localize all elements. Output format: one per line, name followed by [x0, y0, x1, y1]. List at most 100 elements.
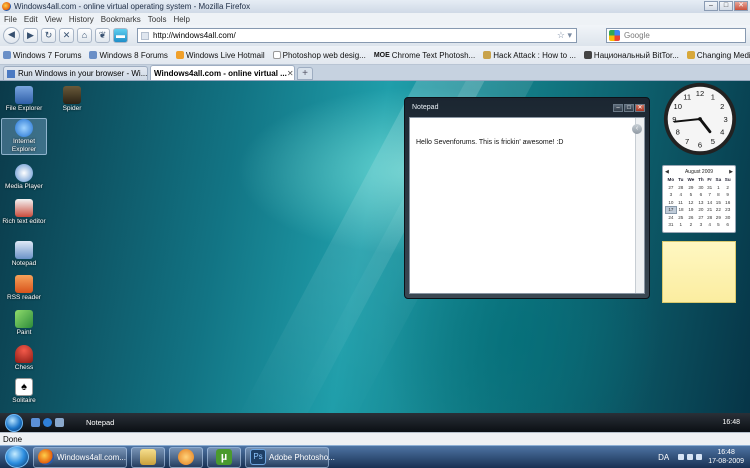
firefox-icon — [38, 449, 54, 465]
menu-bookmarks[interactable]: Bookmarks — [101, 15, 141, 24]
bookmark-item[interactable]: Национальный BitTor... — [583, 51, 679, 60]
bookmark-item[interactable]: Windows Live Hotmail — [175, 51, 265, 60]
notepad-scrollbar[interactable] — [635, 118, 644, 293]
file-explorer-icon — [15, 86, 33, 104]
chat-icon[interactable]: ▬ — [113, 28, 128, 43]
menu-tools[interactable]: Tools — [148, 15, 167, 24]
clock-number: 11 — [683, 93, 691, 102]
new-tab-button[interactable]: + — [297, 67, 313, 80]
windows-taskbar: Windows4all.com... µ Ps Adobe Photosho..… — [0, 445, 750, 468]
tab-windows4all[interactable]: Windows4all.com - online virtual ... ✕ — [150, 65, 295, 80]
tray-flag-icon — [678, 453, 685, 460]
media-player-icon — [178, 449, 194, 465]
desktop-icon-notepad[interactable]: Notepad — [1, 241, 47, 268]
extension-icon[interactable]: ❦ — [95, 28, 110, 43]
calendar-week: 3456789 — [669, 192, 729, 198]
moe-icon: MOE — [373, 51, 390, 59]
tab-run-windows[interactable]: Run Windows in your browser - Wi... ✕ — [3, 66, 148, 80]
bookmark-icon — [483, 51, 492, 59]
notepad-icon — [15, 241, 33, 259]
notepad-close-button[interactable]: ✕ — [635, 103, 645, 112]
calendar-week: 24 25 26 27 28 29 30 — [668, 214, 731, 220]
home-icon[interactable]: ⌂ — [77, 28, 92, 43]
taskbar-explorer[interactable] — [131, 446, 165, 468]
menu-help[interactable]: Help — [173, 15, 189, 24]
internet-explorer-icon[interactable] — [43, 418, 52, 427]
switch-windows-icon[interactable] — [55, 418, 64, 427]
tray-time: 16:48 — [717, 449, 735, 456]
stop-icon[interactable]: ✕ — [59, 28, 74, 43]
calendar-week: 10 11 12 13 14 15 16 — [668, 199, 731, 205]
tab-favicon — [7, 69, 15, 78]
desktop-icon-rich-text-editor[interactable]: Rich text editor — [1, 199, 47, 226]
menu-view[interactable]: View — [45, 15, 62, 24]
media-player-icon — [15, 164, 33, 182]
clock-number: 1 — [711, 93, 715, 102]
navigation-toolbar: ◀ ▶ ↻ ✕ ⌂ ❦ ▬ http://windows4all.com/ ☆ … — [0, 25, 750, 46]
desktop-icon-rss-reader[interactable]: RSS reader — [1, 275, 47, 302]
start-button[interactable] — [5, 446, 29, 468]
desktop-icon-paint[interactable]: Paint — [1, 310, 47, 337]
clock-center — [698, 117, 702, 121]
notepad-title: Notepad — [412, 104, 439, 111]
desktop-icon-file-explorer[interactable]: File Explorer — [1, 86, 47, 113]
utorrent-icon: µ — [216, 449, 232, 465]
tray-clock[interactable]: 16:48 17-08-2009 — [708, 448, 744, 466]
desktop-icon-media-player[interactable]: Media Player — [1, 164, 47, 191]
back-icon[interactable]: ◀ — [3, 27, 20, 44]
bookmark-item[interactable]: Windows 7 Forums — [3, 51, 81, 60]
calendar-gadget: ◀ August 2009 ▶ Mo Tu We Th Fr Sa Su 27 28 29 30 3… — [662, 165, 736, 233]
bookmark-icon — [89, 51, 98, 59]
bookmark-item[interactable]: Hack Attack : How to ... — [483, 51, 576, 60]
close-button[interactable]: ✕ — [734, 1, 748, 11]
virtual-taskbar: Notepad 16:48 — [0, 413, 750, 432]
bookmarks-toolbar: Windows 7 Forums Windows 8 Forums Window… — [0, 46, 750, 65]
calendar-week: 27 28 29 30 31 1 2 — [668, 184, 729, 190]
desktop-icon-spider[interactable]: Spider — [49, 86, 95, 113]
desktop-icon-solitaire[interactable]: ♠ Solitaire — [1, 378, 47, 405]
forward-icon[interactable]: ▶ — [23, 28, 38, 43]
reload-icon[interactable]: ↻ — [41, 28, 56, 43]
desktop-icon-chess[interactable]: Chess — [1, 345, 47, 372]
maximize-button[interactable]: □ — [719, 1, 733, 11]
window-controls: – □ ✕ — [704, 1, 748, 11]
virtual-taskbar-notepad[interactable]: Notepad — [86, 418, 114, 427]
status-text: Done — [3, 434, 23, 444]
search-box[interactable]: Google — [606, 28, 746, 43]
menu-history[interactable]: History — [69, 15, 94, 24]
calendar-prev-icon[interactable]: ◀ — [665, 169, 669, 175]
internet-explorer-icon — [15, 119, 33, 137]
menu-edit[interactable]: Edit — [24, 15, 38, 24]
notepad-minimize-button[interactable]: – — [613, 103, 623, 112]
bookmark-item[interactable]: MOE Chrome Text Photosh... — [374, 51, 475, 60]
taskbar-photoshop[interactable]: Ps Adobe Photosho... — [245, 446, 335, 468]
virtual-start-button[interactable] — [5, 413, 23, 432]
bookmark-item[interactable]: Windows 8 Forums — [89, 51, 168, 60]
calendar-next-icon[interactable]: ▶ — [729, 169, 733, 175]
clock-number: 12 — [696, 89, 704, 98]
minimize-button[interactable]: – — [704, 1, 718, 11]
show-desktop-icon[interactable] — [31, 418, 40, 427]
notepad-text-area[interactable]: Hello Sevenforums. This is frickin' awes… — [409, 117, 645, 294]
bookmark-star-icon[interactable]: ☆ ▾ — [557, 30, 572, 41]
taskbar-utorrent[interactable]: µ — [207, 446, 241, 468]
tab-close-icon[interactable]: ✕ — [147, 69, 148, 78]
desktop-icon-internet-explorer[interactable]: Internet Explorer — [1, 118, 47, 155]
sticky-note-gadget[interactable] — [662, 241, 736, 303]
url-bar[interactable]: http://windows4all.com/ ☆ ▾ — [137, 28, 577, 43]
taskbar-firefox[interactable]: Windows4all.com... — [33, 446, 127, 468]
notepad-back-icon[interactable]: ‹ — [632, 124, 642, 134]
taskbar-media-player[interactable] — [169, 446, 203, 468]
notepad-maximize-button[interactable]: □ — [624, 103, 634, 112]
menu-file[interactable]: File — [4, 15, 17, 24]
tray-icons[interactable] — [675, 453, 703, 462]
calendar-week: 31 1 2 3 4 5 6 — [668, 222, 729, 228]
tray-volume-icon — [696, 453, 703, 460]
system-tray: DA 16:48 17-08-2009 — [658, 448, 750, 466]
language-indicator[interactable]: DA — [658, 453, 669, 462]
tab-label: Windows4all.com - online virtual ... — [154, 68, 287, 78]
bookmark-item[interactable]: Photoshop web desig... — [272, 51, 366, 60]
bookmark-item[interactable]: Changing Media Cent... — [686, 51, 750, 60]
tab-close-icon[interactable]: ✕ — [287, 69, 294, 78]
clock-number: 6 — [698, 141, 702, 150]
